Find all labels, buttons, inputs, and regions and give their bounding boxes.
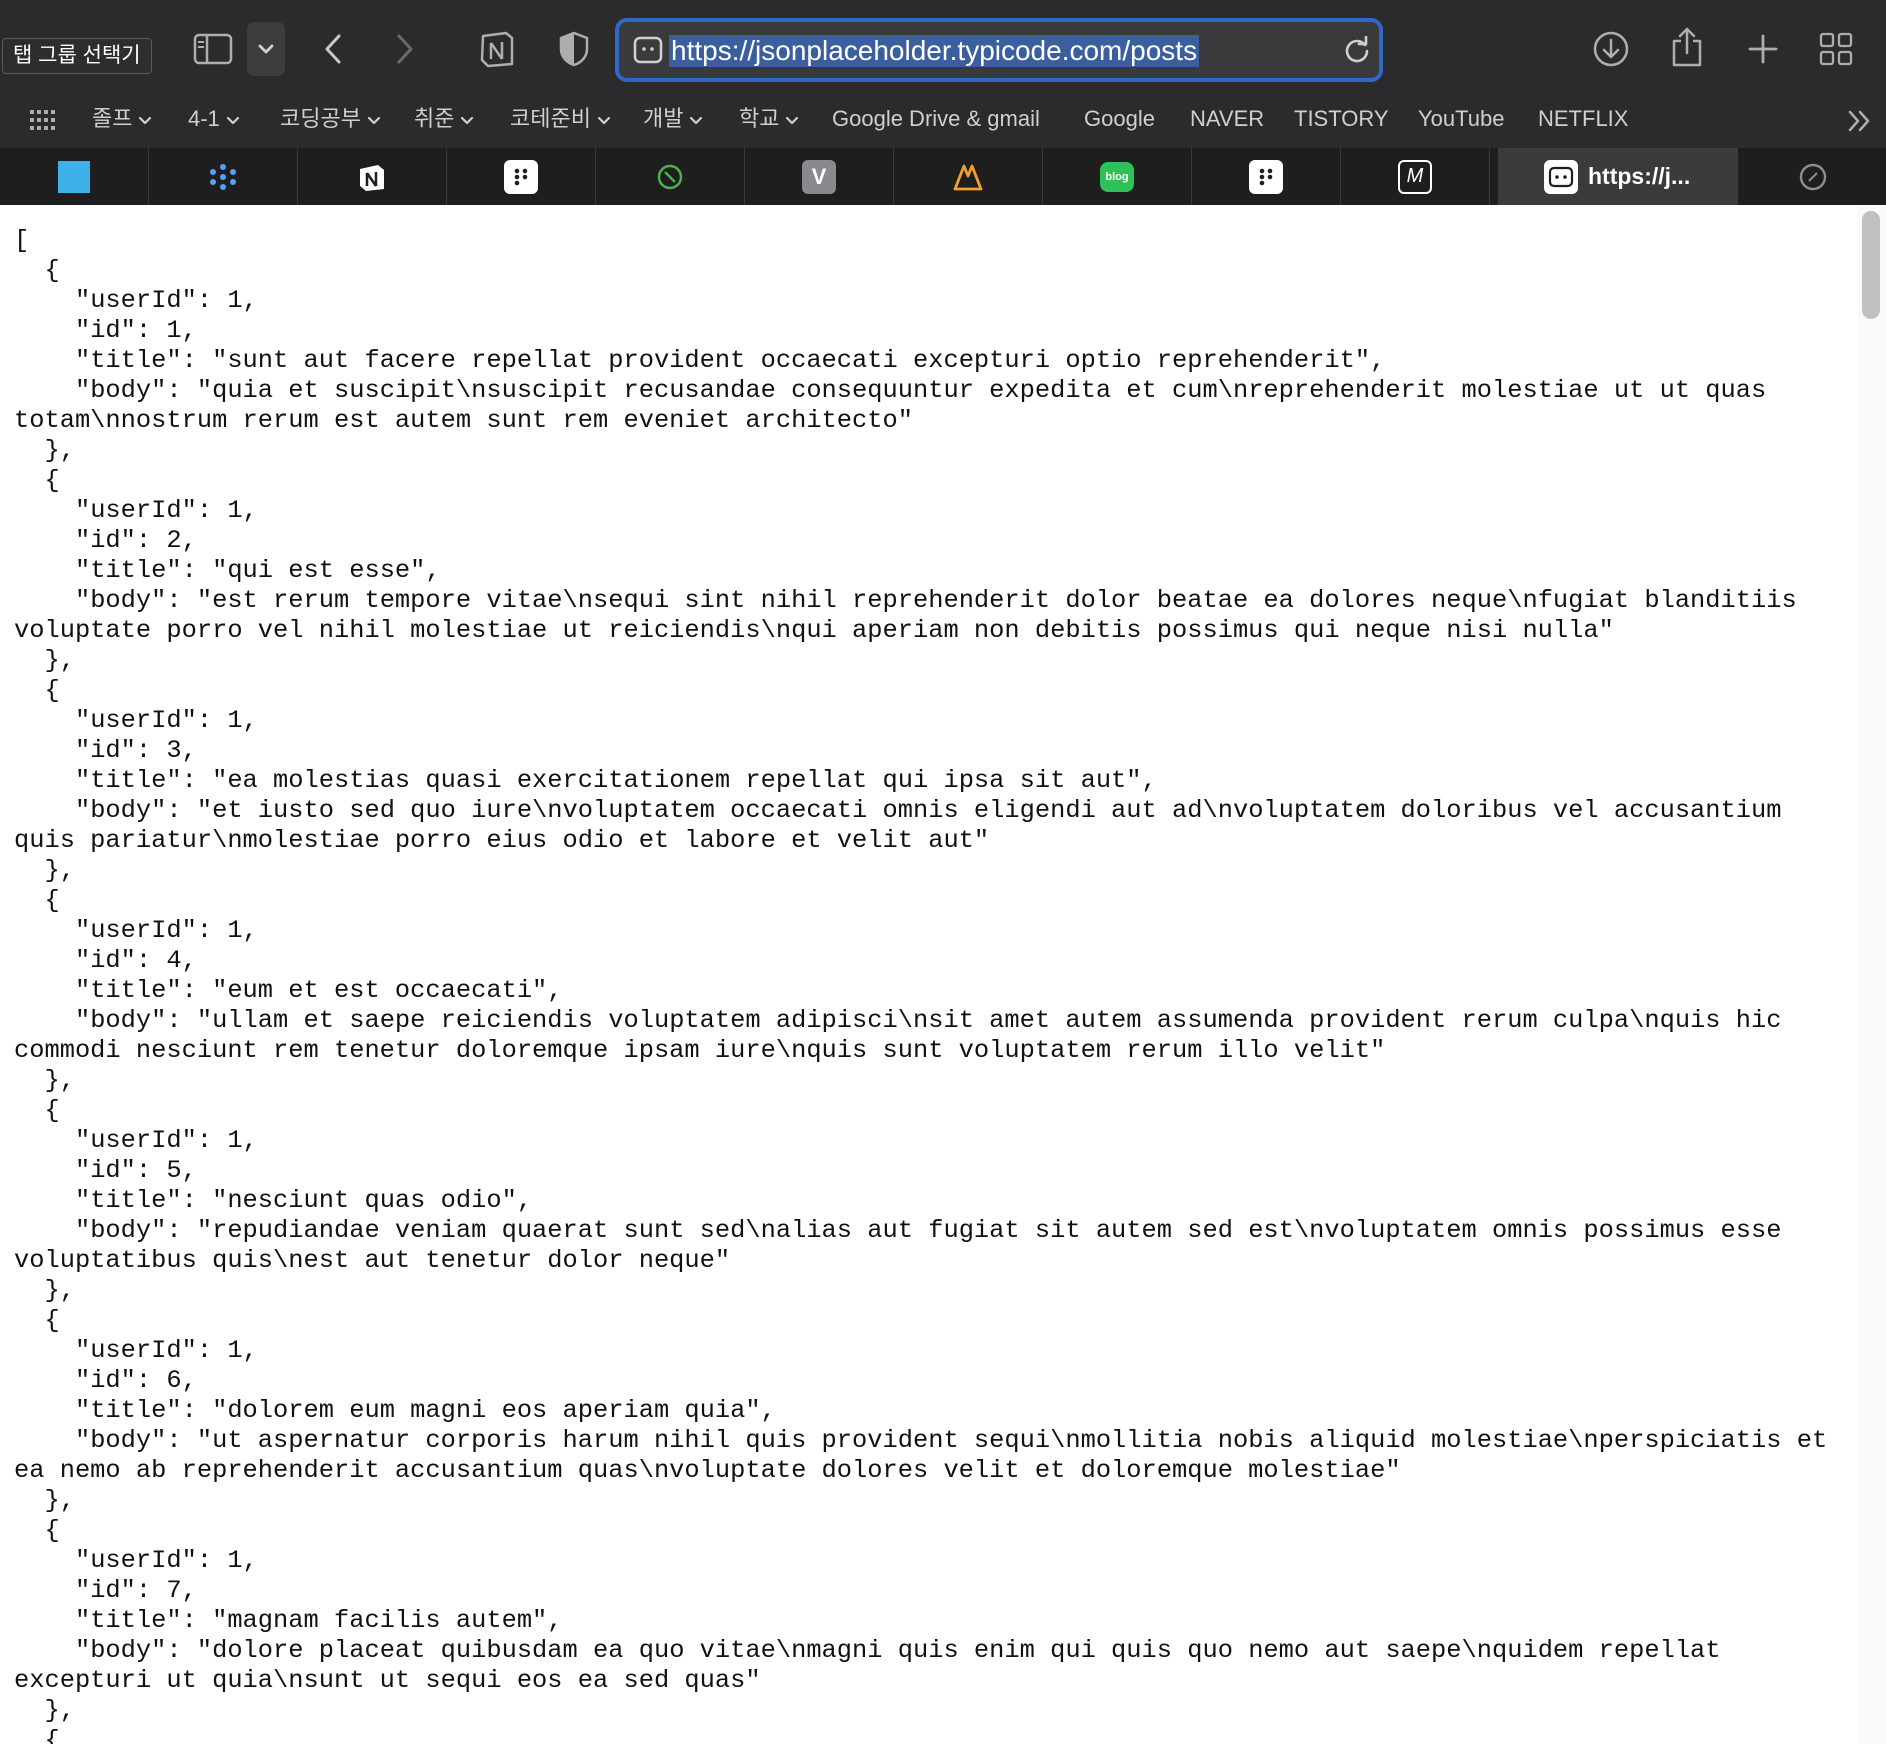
leaf-favicon-icon bbox=[653, 160, 687, 194]
bookmark-folder-label: 취준 bbox=[414, 106, 455, 131]
bookmark-link[interactable]: YouTube bbox=[1418, 101, 1504, 137]
tab[interactable] bbox=[149, 148, 298, 205]
notion-favicon-icon bbox=[355, 160, 389, 194]
shield-icon[interactable] bbox=[556, 28, 592, 70]
overflow-chevron-icon[interactable] bbox=[1846, 107, 1874, 135]
bookmark-folder-label: 개발 bbox=[643, 106, 684, 131]
tab[interactable] bbox=[894, 148, 1043, 205]
blog-badge-text: blog bbox=[1105, 170, 1129, 183]
dots-favicon-icon bbox=[1249, 159, 1283, 194]
chevron-down-icon bbox=[785, 101, 799, 137]
compass-icon[interactable] bbox=[1796, 160, 1830, 194]
page-icon bbox=[632, 34, 664, 66]
tab[interactable] bbox=[596, 148, 745, 205]
bookmark-folder[interactable]: 코딩공부 bbox=[280, 101, 381, 137]
triangle-favicon-icon bbox=[951, 160, 985, 194]
chevron-down-icon bbox=[460, 101, 474, 137]
back-icon[interactable] bbox=[318, 28, 348, 70]
active-tab-label: https://j... bbox=[1588, 163, 1691, 189]
bookmark-link[interactable]: Google Drive & gmail bbox=[832, 101, 1040, 137]
reload-icon[interactable] bbox=[1341, 34, 1373, 66]
bookmark-link[interactable]: NETFLIX bbox=[1538, 101, 1628, 137]
apps-grid-icon[interactable] bbox=[28, 105, 58, 135]
scrollbar[interactable] bbox=[1858, 205, 1886, 1744]
bookmark-folder[interactable]: 졸프 bbox=[92, 101, 152, 137]
chevron-down-icon bbox=[597, 101, 611, 137]
bookmark-folder-label: 졸프 bbox=[92, 106, 133, 131]
bookmark-folder[interactable]: 취준 bbox=[414, 101, 474, 137]
share-icon[interactable] bbox=[1666, 24, 1708, 70]
sidebar-icon[interactable] bbox=[192, 28, 234, 70]
url-text[interactable]: https://jsonplaceholder.typicode.com/pos… bbox=[669, 35, 1200, 67]
tab[interactable]: V bbox=[745, 148, 894, 205]
tab[interactable] bbox=[1192, 148, 1341, 205]
bookmark-folder[interactable]: 개발 bbox=[643, 101, 703, 137]
m-badge-text: M bbox=[1406, 165, 1424, 187]
blog-favicon-icon: blog bbox=[1100, 161, 1134, 192]
download-icon[interactable] bbox=[1590, 28, 1632, 70]
bookmark-folder-label: 코딩공부 bbox=[280, 106, 361, 131]
dots-favicon-icon bbox=[504, 159, 538, 194]
m-favicon-icon: M bbox=[1398, 159, 1432, 194]
tab[interactable] bbox=[447, 148, 596, 205]
tab-active[interactable]: https://j... bbox=[1498, 148, 1738, 205]
v-badge-text: V bbox=[811, 163, 827, 189]
bookmark-link[interactable]: Google bbox=[1084, 101, 1155, 137]
bookmark-folder-label: 코테준비 bbox=[510, 106, 591, 131]
forward-icon[interactable] bbox=[390, 28, 420, 70]
bookmark-folder[interactable]: 코테준비 bbox=[510, 101, 611, 137]
asterisk-favicon-icon bbox=[206, 160, 240, 194]
bookmark-folder-label: 학교 bbox=[739, 106, 780, 131]
plus-icon[interactable] bbox=[1742, 28, 1784, 70]
page-content: [ { "userId": 1, "id": 1, "title": "sunt… bbox=[0, 205, 1858, 1744]
chevron-down-icon bbox=[367, 101, 381, 137]
tab-overview-icon[interactable] bbox=[1815, 28, 1857, 70]
chevron-down-icon bbox=[226, 101, 240, 137]
json-response-text: [ { "userId": 1, "id": 1, "title": "sunt… bbox=[14, 226, 1828, 1744]
bookmark-link[interactable]: NAVER bbox=[1190, 101, 1264, 137]
tab[interactable]: blog bbox=[1043, 148, 1192, 205]
bookmark-folder-label: 4-1 bbox=[188, 106, 220, 131]
tab[interactable] bbox=[0, 148, 149, 205]
bookmarks-bar: 졸프 4-1 코딩공부 취준 코테준비 개발 학교 Google Drive &… bbox=[0, 101, 1886, 148]
chevron-down-icon bbox=[138, 101, 152, 137]
square-favicon-icon bbox=[58, 160, 90, 193]
tab-group-tooltip: 탭 그룹 선택기 bbox=[2, 38, 152, 74]
bookmark-link[interactable]: TISTORY bbox=[1294, 101, 1389, 137]
page-favicon-icon bbox=[1544, 159, 1578, 194]
notion-icon[interactable] bbox=[476, 28, 518, 70]
pinned-tabs-bar: V blog M https://j... bbox=[0, 148, 1886, 205]
bookmark-folder[interactable]: 4-1 bbox=[188, 101, 240, 137]
scrollbar-thumb[interactable] bbox=[1862, 211, 1880, 319]
tab[interactable]: M bbox=[1341, 148, 1490, 205]
v-favicon-icon: V bbox=[802, 159, 836, 194]
chevron-down-icon[interactable] bbox=[247, 22, 285, 76]
tab[interactable] bbox=[298, 148, 447, 205]
address-bar[interactable]: https://jsonplaceholder.typicode.com/pos… bbox=[615, 18, 1383, 82]
chevron-down-icon bbox=[689, 101, 703, 137]
browser-toolbar: 탭 그룹 선택기 https://jsonplaceholder.typicod… bbox=[0, 0, 1886, 101]
bookmark-folder[interactable]: 학교 bbox=[739, 101, 799, 137]
